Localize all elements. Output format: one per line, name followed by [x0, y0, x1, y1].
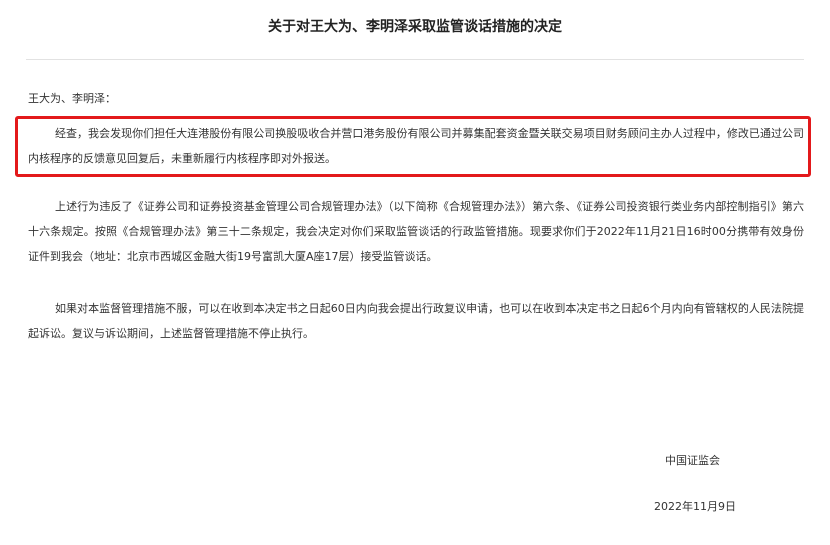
- title-divider: [26, 59, 804, 60]
- document-title: 关于对王大为、李明泽采取监管谈话措施的决定: [268, 19, 562, 35]
- issue-date: 2022年11月9日: [654, 500, 736, 513]
- document-page: 关于对王大为、李明泽采取监管谈话措施的决定 王大为、李明泽： 经查，我会发现你们…: [0, 0, 830, 545]
- paragraph-appeal: 如果对本监督管理措施不服，可以在收到本决定书之日起60日内向我会提出行政复议申请…: [28, 302, 804, 340]
- issuer-name: 中国证监会: [665, 454, 720, 467]
- paragraph-findings: 经查，我会发现你们担任大连港股份有限公司换股吸收合并营口港务股份有限公司并募集配…: [28, 127, 804, 165]
- salutation: 王大为、李明泽：: [28, 92, 116, 105]
- paragraph-violation: 上述行为违反了《证券公司和证券投资基金管理公司合规管理办法》（以下简称《合规管理…: [28, 200, 804, 263]
